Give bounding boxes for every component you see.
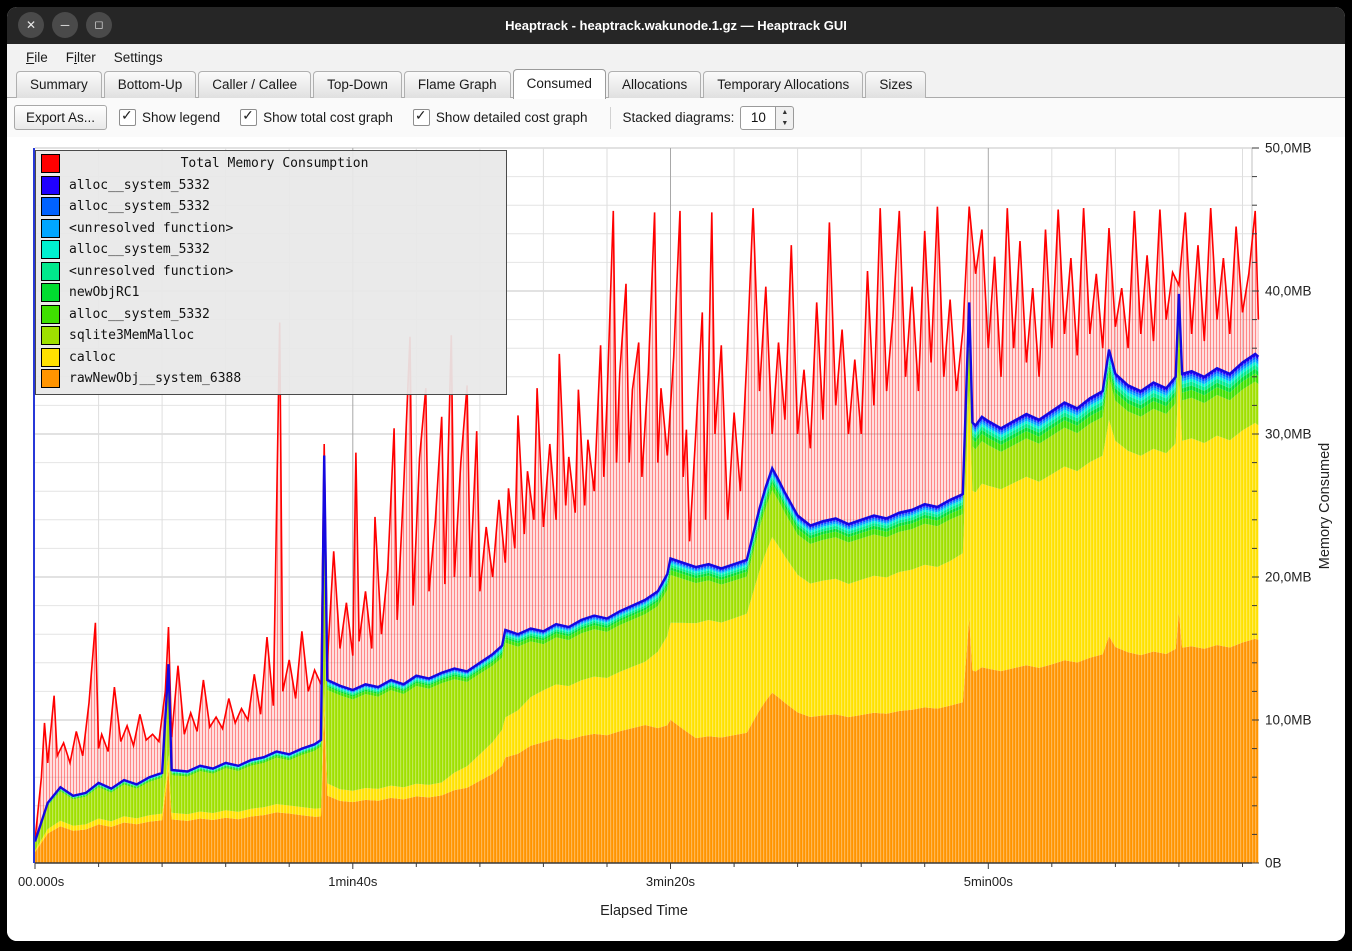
checkbox-group: ✓ Show legend ✓ Show total cost graph ✓ Show … (119, 109, 608, 126)
x-axis-title: Elapsed Time (600, 903, 688, 919)
x-tick-label: 00.000s (18, 874, 65, 889)
legend-label: newObjRC1 (69, 285, 139, 300)
legend-row: alloc__system_5332 (36, 196, 506, 218)
legend-row: rawNewObj__system_6388 (36, 368, 506, 390)
checkbox-label: Show detailed cost graph (436, 110, 588, 125)
tab-sizes[interactable]: Sizes (865, 71, 926, 98)
tab-summary[interactable]: Summary (16, 71, 102, 98)
toolbar-separator (610, 107, 611, 129)
legend-label: <unresolved function> (69, 264, 233, 279)
close-icon: ✕ (26, 19, 36, 31)
checkbox-box[interactable]: ✓ (119, 109, 136, 126)
tab-bottom-up[interactable]: Bottom-Up (104, 71, 197, 98)
spinbox-arrows: ▲ ▼ (776, 106, 794, 130)
checkmark-icon: ✓ (242, 107, 254, 124)
legend-label: rawNewObj__system_6388 (69, 371, 241, 386)
legend-swatch (41, 326, 60, 345)
legend-swatch (41, 369, 60, 388)
spin-down-icon[interactable]: ▼ (776, 118, 793, 129)
toolbar: Export As... ✓ Show legend ✓ Show total cos… (7, 98, 1345, 137)
application-window: ✕ ─ ◻ Heaptrack - heaptrack.wakunode.1.gz … (0, 0, 1352, 951)
window-title: Heaptrack - heaptrack.wakunode.1.gz — He… (505, 18, 847, 33)
tab-caller-callee[interactable]: Caller / Callee (198, 71, 311, 98)
legend-swatch (41, 283, 60, 302)
legend-row: alloc__system_5332 (36, 304, 506, 326)
y-tick-label: 20,0MB (1265, 570, 1312, 585)
legend-row: calloc (36, 347, 506, 369)
checkbox-show-legend[interactable]: ✓ Show legend (119, 109, 220, 126)
checkbox-show-detailed-cost-graph[interactable]: ✓ Show detailed cost graph (413, 109, 588, 126)
menu-filter[interactable]: Filter (57, 47, 105, 68)
menu-settings[interactable]: Settings (105, 47, 172, 68)
legend-row: <unresolved function> (36, 218, 506, 240)
memory-consumption-chart[interactable]: 0B 10,0MB 20,0MB 30,0MB 40,0MB 50,0MB 00.000s 1… (7, 137, 1345, 941)
legend-row: newObjRC1 (36, 282, 506, 304)
y-tick-label: 50,0MB (1265, 141, 1312, 156)
tab-top-down[interactable]: Top-Down (313, 71, 402, 98)
window-frame: ✕ ─ ◻ Heaptrack - heaptrack.wakunode.1.gz … (7, 7, 1345, 941)
legend-swatch (41, 305, 60, 324)
legend-label: <unresolved function> (69, 221, 233, 236)
tab-temporary-allocations[interactable]: Temporary Allocations (703, 71, 863, 98)
window-controls: ✕ ─ ◻ (18, 12, 112, 38)
legend-row: alloc__system_5332 (36, 175, 506, 197)
legend-label: alloc__system_5332 (69, 199, 210, 214)
tab-allocations[interactable]: Allocations (608, 71, 701, 98)
stacked-diagrams-spinbox[interactable]: 10 ▲ ▼ (740, 106, 794, 130)
x-tick-label: 3min20s (646, 874, 696, 889)
checkbox-label: Show legend (142, 110, 220, 125)
minimize-button[interactable]: ─ (52, 12, 78, 38)
y-tick-label: 30,0MB (1265, 427, 1312, 442)
stacked-diagrams-label: Stacked diagrams: (623, 110, 735, 125)
legend-swatch (41, 154, 60, 173)
y-axis-title: Memory Consumed (1317, 443, 1333, 570)
menu-bar: FileFilterSettings (7, 44, 1345, 70)
x-tick-label: 1min40s (328, 874, 378, 889)
tab-bar: SummaryBottom-UpCaller / CalleeTop-DownF… (7, 70, 1345, 98)
maximize-button[interactable]: ◻ (86, 12, 112, 38)
legend-swatch (41, 176, 60, 195)
legend-label: calloc (69, 350, 116, 365)
checkbox-show-total-cost-graph[interactable]: ✓ Show total cost graph (240, 109, 393, 126)
legend-row: sqlite3MemMalloc (36, 325, 506, 347)
chart-legend: Total Memory Consumption alloc__system_53… (35, 150, 507, 395)
legend-swatch (41, 262, 60, 281)
legend-label: alloc__system_5332 (69, 178, 210, 193)
y-tick-label: 10,0MB (1265, 713, 1312, 728)
checkbox-box[interactable]: ✓ (413, 109, 430, 126)
close-button[interactable]: ✕ (18, 12, 44, 38)
export-as-button[interactable]: Export As... (14, 105, 107, 130)
legend-swatch (41, 219, 60, 238)
menu-file[interactable]: File (17, 47, 57, 68)
tab-consumed[interactable]: Consumed (513, 69, 606, 99)
spin-up-icon[interactable]: ▲ (776, 107, 793, 118)
legend-row: alloc__system_5332 (36, 239, 506, 261)
x-tick-label: 5min00s (964, 874, 1014, 889)
maximize-icon: ◻ (94, 20, 103, 31)
legend-title-row: Total Memory Consumption (36, 153, 506, 175)
legend-swatch (41, 240, 60, 259)
checkbox-box[interactable]: ✓ (240, 109, 257, 126)
minimize-icon: ─ (61, 19, 70, 31)
spinbox-value[interactable]: 10 (740, 106, 776, 130)
legend-swatch (41, 348, 60, 367)
legend-row: <unresolved function> (36, 261, 506, 283)
tab-flame-graph[interactable]: Flame Graph (404, 71, 511, 98)
legend-label: sqlite3MemMalloc (69, 328, 194, 343)
legend-label: alloc__system_5332 (69, 242, 210, 257)
legend-swatch (41, 197, 60, 216)
title-bar[interactable]: ✕ ─ ◻ Heaptrack - heaptrack.wakunode.1.gz … (7, 7, 1345, 44)
checkbox-label: Show total cost graph (263, 110, 393, 125)
legend-label: alloc__system_5332 (69, 307, 210, 322)
y-tick-label: 0B (1265, 856, 1282, 871)
y-tick-label: 40,0MB (1265, 284, 1312, 299)
checkmark-icon: ✓ (121, 107, 133, 124)
checkmark-icon: ✓ (415, 107, 427, 124)
legend-label: Total Memory Consumption (69, 156, 480, 171)
